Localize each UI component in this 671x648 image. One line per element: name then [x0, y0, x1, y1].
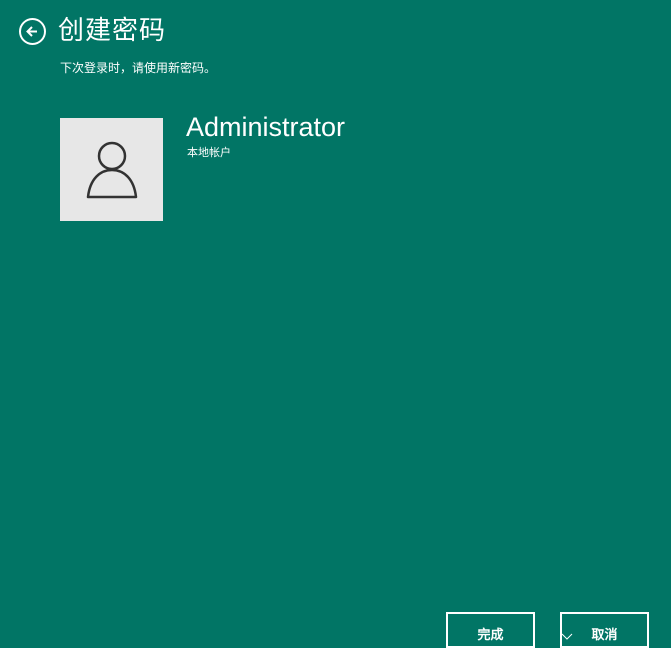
mouse-cursor-icon [561, 633, 573, 640]
subtitle-text: 下次登录时，请使用新密码。 [60, 61, 217, 75]
avatar [60, 118, 163, 221]
page-title: 创建密码 [58, 16, 167, 46]
back-arrow-circle-icon [26, 25, 37, 37]
cancel-button[interactable]: 取消 [560, 612, 649, 648]
back-button[interactable] [19, 17, 46, 45]
header: 创建密码 [19, 14, 166, 48]
account-type-label: 本地帐户 [187, 146, 231, 159]
user-icon [86, 141, 137, 198]
finish-button[interactable]: 完成 [446, 612, 535, 648]
user-name: Administrator [186, 112, 346, 142]
